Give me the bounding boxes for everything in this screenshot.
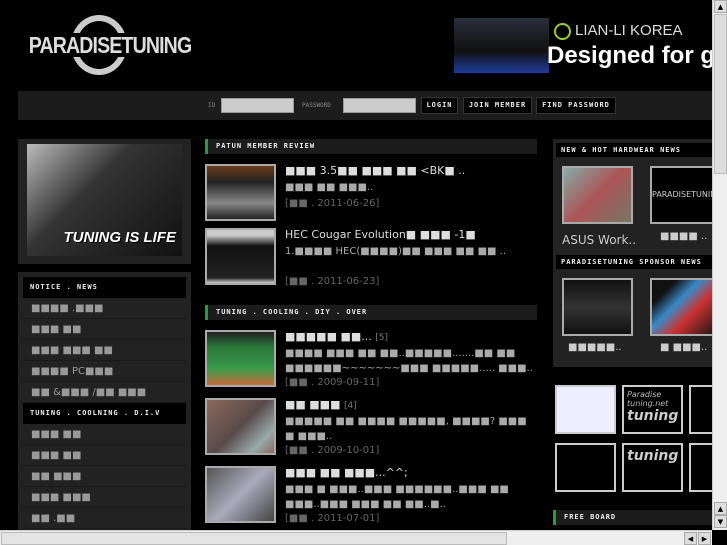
lianli-logo-icon <box>554 22 571 40</box>
password-input[interactable] <box>343 98 416 113</box>
menu-section-notice[interactable]: NOTICE . NEWS <box>23 277 186 298</box>
menu-item[interactable]: ■■■ ■■ <box>23 424 186 445</box>
menu-item[interactable]: ■■ &■■■ /■■ ■■■ <box>23 382 186 403</box>
site-logo[interactable]: PARADISETUNING <box>27 15 194 75</box>
review-post[interactable]: HEC Cougar Evolution■ ■■■ -1■ 1.■■■■ HEC… <box>205 228 535 290</box>
vertical-scroll-thumb[interactable] <box>714 14 727 174</box>
vertical-scrollbar[interactable]: ▲ ▲ ▼ <box>712 0 727 530</box>
banner-brand: LIAN-LI KOREA <box>554 22 683 40</box>
post-thumbnail[interactable] <box>205 330 276 387</box>
menu-item[interactable]: ■■■ ■■■ ■■ <box>23 340 186 361</box>
horizontal-scrollbar[interactable]: ◀ ▶ <box>0 530 712 545</box>
menu-section-tuning[interactable]: TUNING . COOLNING . D.I.V <box>23 403 186 424</box>
sponsor-news-title[interactable]: ■■■■■.. <box>568 342 622 353</box>
sponsor-news-title[interactable]: ■ ■■■.. <box>660 342 707 353</box>
post-thumbnail[interactable] <box>205 466 276 523</box>
free-board-header[interactable]: FREE BOARD <box>553 510 712 525</box>
sponsor-thumbnail[interactable] <box>562 278 633 336</box>
banner-brand-text: LIAN-LI KOREA <box>575 22 683 39</box>
comment-count: [5] <box>375 333 388 343</box>
post-title[interactable]: ■■■ 3.5■■ ■■■ ■■ <BK■ .. <box>285 164 465 177</box>
post-excerpt: 1.■■■■ HEC(■■■■)■■ ■■■ ■■ ■■ .. <box>285 246 507 257</box>
logo-text: PARADISETUNING <box>27 32 194 58</box>
scroll-left-icon[interactable]: ◀ <box>684 532 697 545</box>
gallery-thumbnail[interactable] <box>555 443 616 492</box>
post-excerpt: ■■■ ■■ ■■■.. <box>285 182 374 193</box>
gallery-label: Paradise tuning.net <box>627 390 669 408</box>
post-date: [■■ . 2011-07-01] <box>285 513 380 524</box>
post-title[interactable]: ■■■ ■■ ■■■...^^; <box>285 466 408 479</box>
tuning-post[interactable]: ■■■ ■■ ■■■...^^; ■■■ ■ ■■■..■■■ ■■■■■■..… <box>205 466 535 528</box>
hardware-news-header[interactable]: NEW & HOT HARDWEAR NEWS <box>556 143 712 157</box>
gallery-thumbnail[interactable] <box>555 385 616 434</box>
password-label: PASSWORD <box>302 102 331 109</box>
post-title-text: ■■■■■ ■■... <box>285 330 372 343</box>
menu-item[interactable]: ■■■■ .■■■ <box>23 298 186 319</box>
horizontal-scroll-thumb[interactable] <box>1 532 507 545</box>
post-date: [■■ . 2011-06-26] <box>285 198 380 209</box>
post-title-text: ■■ ■■■ <box>285 398 341 411</box>
comment-count: [4] <box>343 401 357 411</box>
gallery-word: tuning <box>627 408 679 424</box>
tuning-post[interactable]: ■■ ■■■ [4] ■■■■■ ■■ ■■■■ ■■■■■, ■■■■? ■■… <box>205 398 535 460</box>
banner-tagline: Designed for ga <box>547 42 712 69</box>
scroll-up-icon[interactable]: ▲ <box>714 502 727 515</box>
scroll-right-icon[interactable]: ▶ <box>698 532 711 545</box>
join-member-button[interactable]: JOIN MEMBER <box>463 97 532 114</box>
id-input[interactable] <box>221 98 294 113</box>
hw-news-title[interactable]: ASUS Work.. <box>562 233 636 247</box>
post-date: [■■ . 2009-09-11] <box>285 377 380 388</box>
sponsor-news-header[interactable]: PARADISETUNING SPONSOR NEWS <box>556 255 712 269</box>
banner-case-image <box>454 18 549 73</box>
hero-panel: TUNING IS LIFE <box>18 139 191 264</box>
post-thumbnail[interactable] <box>205 164 276 221</box>
gallery-thumbnail[interactable]: tuning <box>622 443 683 492</box>
post-thumbnail[interactable] <box>205 398 276 455</box>
side-menu: NOTICE . NEWS ■■■■ .■■■ ■■■ ■■ ■■■ ■■■ ■… <box>18 272 191 532</box>
login-button[interactable]: LOGIN <box>421 97 458 114</box>
login-bar: ID PASSWORD LOGIN JOIN MEMBER FIND PASSW… <box>18 91 712 120</box>
id-label: ID <box>208 102 216 109</box>
gallery-word: tuning <box>627 448 679 464</box>
scroll-up-icon[interactable]: ▲ <box>714 0 727 13</box>
hero-caption: TUNING IS LIFE <box>63 229 177 246</box>
hw-news-title[interactable]: ■■■■ .. <box>660 231 707 242</box>
menu-item[interactable]: ■■■■ PC■■■ <box>23 361 186 382</box>
right-news-panel: NEW & HOT HARDWEAR NEWS PARADISETUNING A… <box>553 139 722 367</box>
menu-item[interactable]: ■■ ■■■ <box>23 466 186 487</box>
post-date: [■■ . 2011-06-23] <box>285 276 380 287</box>
scroll-down-icon[interactable]: ▼ <box>714 515 727 528</box>
hero-image[interactable]: TUNING IS LIFE <box>27 144 182 256</box>
post-thumbnail[interactable] <box>205 228 276 285</box>
post-excerpt: ■■■ ■ ■■■..■■■ ■■■■■■..■■■ ■■ ■■■..■■■ ■… <box>285 484 509 510</box>
tuning-post[interactable]: ■■■■■ ■■... [5] ■■■■ ■■■ ■■ ■■..■■■■■...… <box>205 330 535 392</box>
menu-item[interactable]: ■■■ ■■ <box>23 445 186 466</box>
ad-banner[interactable]: LIAN-LI KOREA Designed for ga <box>454 18 712 73</box>
tuning-section-header[interactable]: TUNING . COOLING . DIY . OVER <box>205 305 537 320</box>
post-title[interactable]: HEC Cougar Evolution■ ■■■ -1■ <box>285 228 476 241</box>
gallery-thumbnail[interactable]: Paradise tuning.net tuning <box>622 385 683 434</box>
post-title[interactable]: ■■■■■ ■■... [5] <box>285 330 388 343</box>
post-excerpt: ■■■■■ ■■ ■■■■ ■■■■■, ■■■■? ■■■ ■ ■■■.. <box>285 416 527 442</box>
review-section-header[interactable]: PATUN MEMBER REVIEW <box>205 139 537 154</box>
menu-item[interactable]: ■■■ ■■■ <box>23 487 186 508</box>
find-password-button[interactable]: FIND PASSWORD <box>536 97 616 114</box>
post-date: [■■ . 2009-10-01] <box>285 445 380 456</box>
menu-item[interactable]: ■■ .■■ <box>23 508 186 529</box>
post-title[interactable]: ■■ ■■■ [4] <box>285 398 357 411</box>
post-excerpt: ■■■■ ■■■ ■■ ■■..■■■■■.......■■ ■■ ■■■■■■… <box>285 348 533 374</box>
hw-thumbnail[interactable] <box>562 166 633 224</box>
review-post[interactable]: ■■■ 3.5■■ ■■■ ■■ <BK■ .. ■■■ ■■ ■■■.. [■… <box>205 164 535 226</box>
sponsor-thumbnail[interactable] <box>650 278 721 336</box>
hw-thumbnail[interactable]: PARADISETUNING <box>650 166 722 224</box>
menu-item[interactable]: ■■■ ■■ <box>23 319 186 340</box>
